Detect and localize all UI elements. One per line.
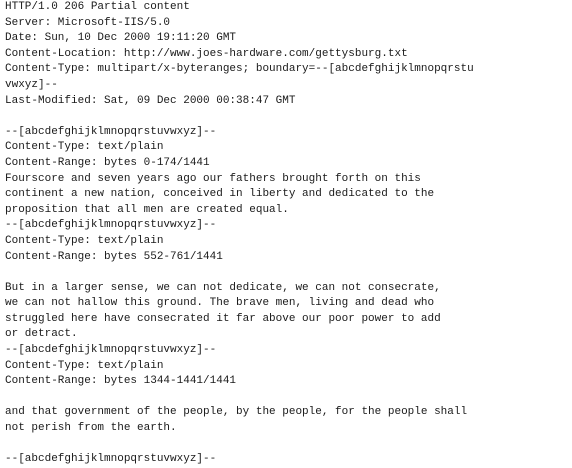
part-content-range: Content-Range: bytes 1344-1441/1441 (5, 375, 237, 388)
content-type-header-continuation: vwxyz]-- (5, 78, 58, 91)
part-boundary: --[abcdefghijklmnopqrstuvwxyz]-- (5, 125, 217, 138)
part-body-line: But in a larger sense, we can not dedica… (5, 281, 441, 294)
multipart-part-1: --[abcdefghijklmnopqrstuvwxyz]-- Content… (5, 125, 568, 219)
part-content-range: Content-Range: bytes 552-761/1441 (5, 250, 223, 263)
part-content-type: Content-Type: text/plain (5, 141, 164, 154)
date-header: Date: Sun, 10 Dec 2000 19:11:20 GMT (5, 32, 237, 45)
status-line: HTTP/1.0 206 Partial content (5, 1, 190, 13)
part-body-line: proposition that all men are created equ… (5, 203, 289, 216)
content-type-header: Content-Type: multipart/x-byteranges; bo… (5, 63, 474, 76)
part-body-line: struggled here have consecrated it far a… (5, 312, 441, 325)
part-content-type: Content-Type: text/plain (5, 359, 164, 372)
closing-boundary: --[abcdefghijklmnopqrstuvwxyz]-- (5, 453, 217, 466)
part-boundary: --[abcdefghijklmnopqrstuvwxyz]-- (5, 219, 217, 232)
server-header: Server: Microsoft-IIS/5.0 (5, 16, 171, 29)
content-location-header: Content-Location: http://www.joes-hardwa… (5, 47, 408, 60)
part-body-line: and that government of the people, by th… (5, 406, 468, 419)
part-body-line: not perish from the earth. (5, 422, 177, 435)
part-boundary: --[abcdefghijklmnopqrstuvwxyz]-- (5, 344, 217, 357)
part-body-line: continent a new nation, conceived in lib… (5, 188, 435, 201)
part-content-type: Content-Type: text/plain (5, 234, 164, 247)
part-body-line: we can not hallow this ground. The brave… (5, 297, 435, 310)
response-headers: HTTP/1.0 206 Partial content Server: Mic… (5, 0, 568, 109)
last-modified-header: Last-Modified: Sat, 09 Dec 2000 00:38:47… (5, 94, 296, 107)
http-response-document: HTTP/1.0 206 Partial content Server: Mic… (0, 0, 572, 466)
multipart-part-3: --[abcdefghijklmnopqrstuvwxyz]-- Content… (5, 343, 568, 437)
part-body-line: Fourscore and seven years ago our father… (5, 172, 421, 185)
multipart-part-2: --[abcdefghijklmnopqrstuvwxyz]-- Content… (5, 218, 568, 343)
part-body-line: or detract. (5, 328, 78, 341)
part-content-range: Content-Range: bytes 0-174/1441 (5, 156, 210, 169)
